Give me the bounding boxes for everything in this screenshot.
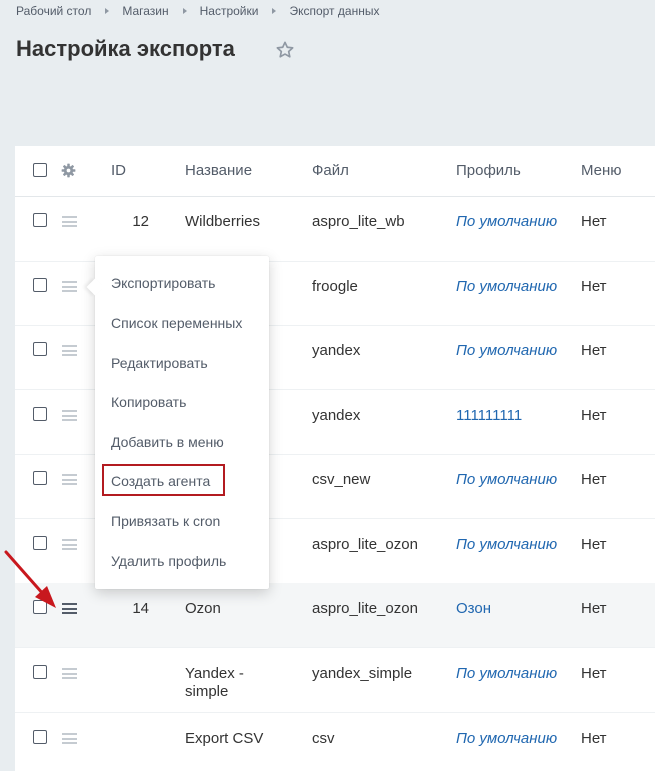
breadcrumb-separator-icon	[272, 8, 277, 14]
row-menu: Нет	[581, 278, 607, 295]
row-profile[interactable]: По умолчанию	[456, 536, 566, 554]
row-profile[interactable]: 111111111	[456, 407, 566, 425]
row-checkbox[interactable]	[33, 665, 47, 679]
menu-item-delete-profile[interactable]: Удалить профиль	[111, 552, 226, 570]
hamburger-icon[interactable]	[62, 410, 77, 421]
hamburger-icon[interactable]	[62, 281, 77, 292]
row-file: yandex	[312, 407, 361, 424]
hamburger-icon[interactable]	[62, 668, 77, 679]
menu-item-export[interactable]: Экспортировать	[111, 274, 215, 292]
hamburger-icon[interactable]	[62, 733, 77, 744]
column-header-file[interactable]: Файл	[312, 162, 349, 180]
table-row[interactable]: 14 Ozon aspro_lite_ozon Озон Нет	[15, 583, 655, 648]
table-row[interactable]: 12 Wildberries aspro_lite_wb По умолчани…	[15, 197, 655, 262]
row-profile[interactable]: По умолчанию	[456, 213, 566, 231]
row-file: aspro_lite_ozon	[312, 536, 418, 553]
row-name: Ozon	[185, 600, 221, 617]
row-checkbox[interactable]	[33, 730, 47, 744]
hamburger-icon[interactable]	[62, 216, 77, 227]
menu-item-copy[interactable]: Копировать	[111, 393, 186, 411]
column-header-name[interactable]: Название	[185, 162, 295, 180]
row-menu: Нет	[581, 471, 607, 488]
breadcrumb-settings[interactable]: Настройки	[200, 4, 259, 18]
row-checkbox[interactable]	[33, 213, 47, 227]
star-icon[interactable]	[275, 40, 295, 60]
row-file: csv_new	[312, 471, 371, 488]
hamburger-icon[interactable]	[62, 345, 77, 356]
gear-icon[interactable]	[61, 163, 76, 178]
row-file: yandex_simple	[312, 665, 413, 682]
menu-item-bind-cron[interactable]: Привязать к cron	[111, 512, 220, 530]
row-id: 12	[132, 213, 149, 230]
page-title: Настройка экспорта	[16, 36, 235, 61]
row-name: Yandex - simple	[185, 665, 244, 700]
row-file: aspro_lite_wb	[312, 213, 405, 230]
row-checkbox[interactable]	[33, 342, 47, 356]
row-id: 14	[132, 600, 149, 617]
breadcrumb-separator-icon	[105, 8, 110, 14]
hamburger-icon[interactable]	[62, 603, 77, 614]
row-profile[interactable]: По умолчанию	[456, 278, 566, 296]
row-checkbox[interactable]	[33, 471, 47, 485]
row-profile[interactable]: По умолчанию	[456, 730, 566, 748]
row-file: aspro_lite_ozon	[312, 600, 418, 617]
menu-item-variables-list[interactable]: Список переменных	[111, 314, 242, 332]
column-header-profile[interactable]: Профиль	[456, 162, 566, 180]
row-context-menu: Экспортировать Список переменных Редакти…	[95, 256, 269, 589]
row-name: Export CSV	[185, 730, 264, 747]
breadcrumb: Рабочий стол Магазин Настройки Экспорт д…	[16, 4, 379, 18]
row-checkbox[interactable]	[33, 407, 47, 421]
table-row[interactable]: Export CSV csv По умолчанию Нет	[15, 712, 655, 771]
row-file: csv	[312, 730, 335, 747]
column-header-id[interactable]: ID	[111, 162, 149, 180]
menu-item-add-to-menu[interactable]: Добавить в меню	[111, 433, 224, 451]
row-menu: Нет	[581, 730, 607, 747]
row-name: Wildberries	[185, 213, 261, 230]
breadcrumb-shop[interactable]: Магазин	[122, 4, 168, 18]
row-file: froogle	[312, 278, 358, 295]
select-all-checkbox[interactable]	[33, 163, 47, 177]
row-checkbox[interactable]	[33, 278, 47, 292]
row-menu: Нет	[581, 536, 607, 553]
hamburger-icon[interactable]	[62, 539, 77, 550]
breadcrumb-data-export[interactable]: Экспорт данных	[289, 4, 379, 18]
table-header-row: ID Название Файл Профиль Меню	[15, 146, 655, 197]
row-checkbox[interactable]	[33, 536, 47, 550]
create-agent-highlight-frame	[102, 464, 225, 496]
row-menu: Нет	[581, 213, 607, 230]
menu-item-edit[interactable]: Редактировать	[111, 354, 208, 372]
row-profile[interactable]: По умолчанию	[456, 342, 566, 360]
breadcrumb-desktop[interactable]: Рабочий стол	[16, 4, 91, 18]
column-header-menu[interactable]: Меню	[581, 162, 622, 180]
table-row[interactable]: Yandex - simple yandex_simple По умолчан…	[15, 647, 655, 713]
row-file: yandex	[312, 342, 361, 359]
row-menu: Нет	[581, 342, 607, 359]
row-profile[interactable]: Озон	[456, 600, 566, 618]
hamburger-icon[interactable]	[62, 474, 77, 485]
row-checkbox[interactable]	[33, 600, 47, 614]
row-profile[interactable]: По умолчанию	[456, 471, 566, 489]
row-menu: Нет	[581, 600, 607, 617]
row-menu: Нет	[581, 407, 607, 424]
row-profile[interactable]: По умолчанию	[456, 665, 566, 683]
row-menu: Нет	[581, 665, 607, 682]
breadcrumb-separator-icon	[182, 8, 187, 14]
